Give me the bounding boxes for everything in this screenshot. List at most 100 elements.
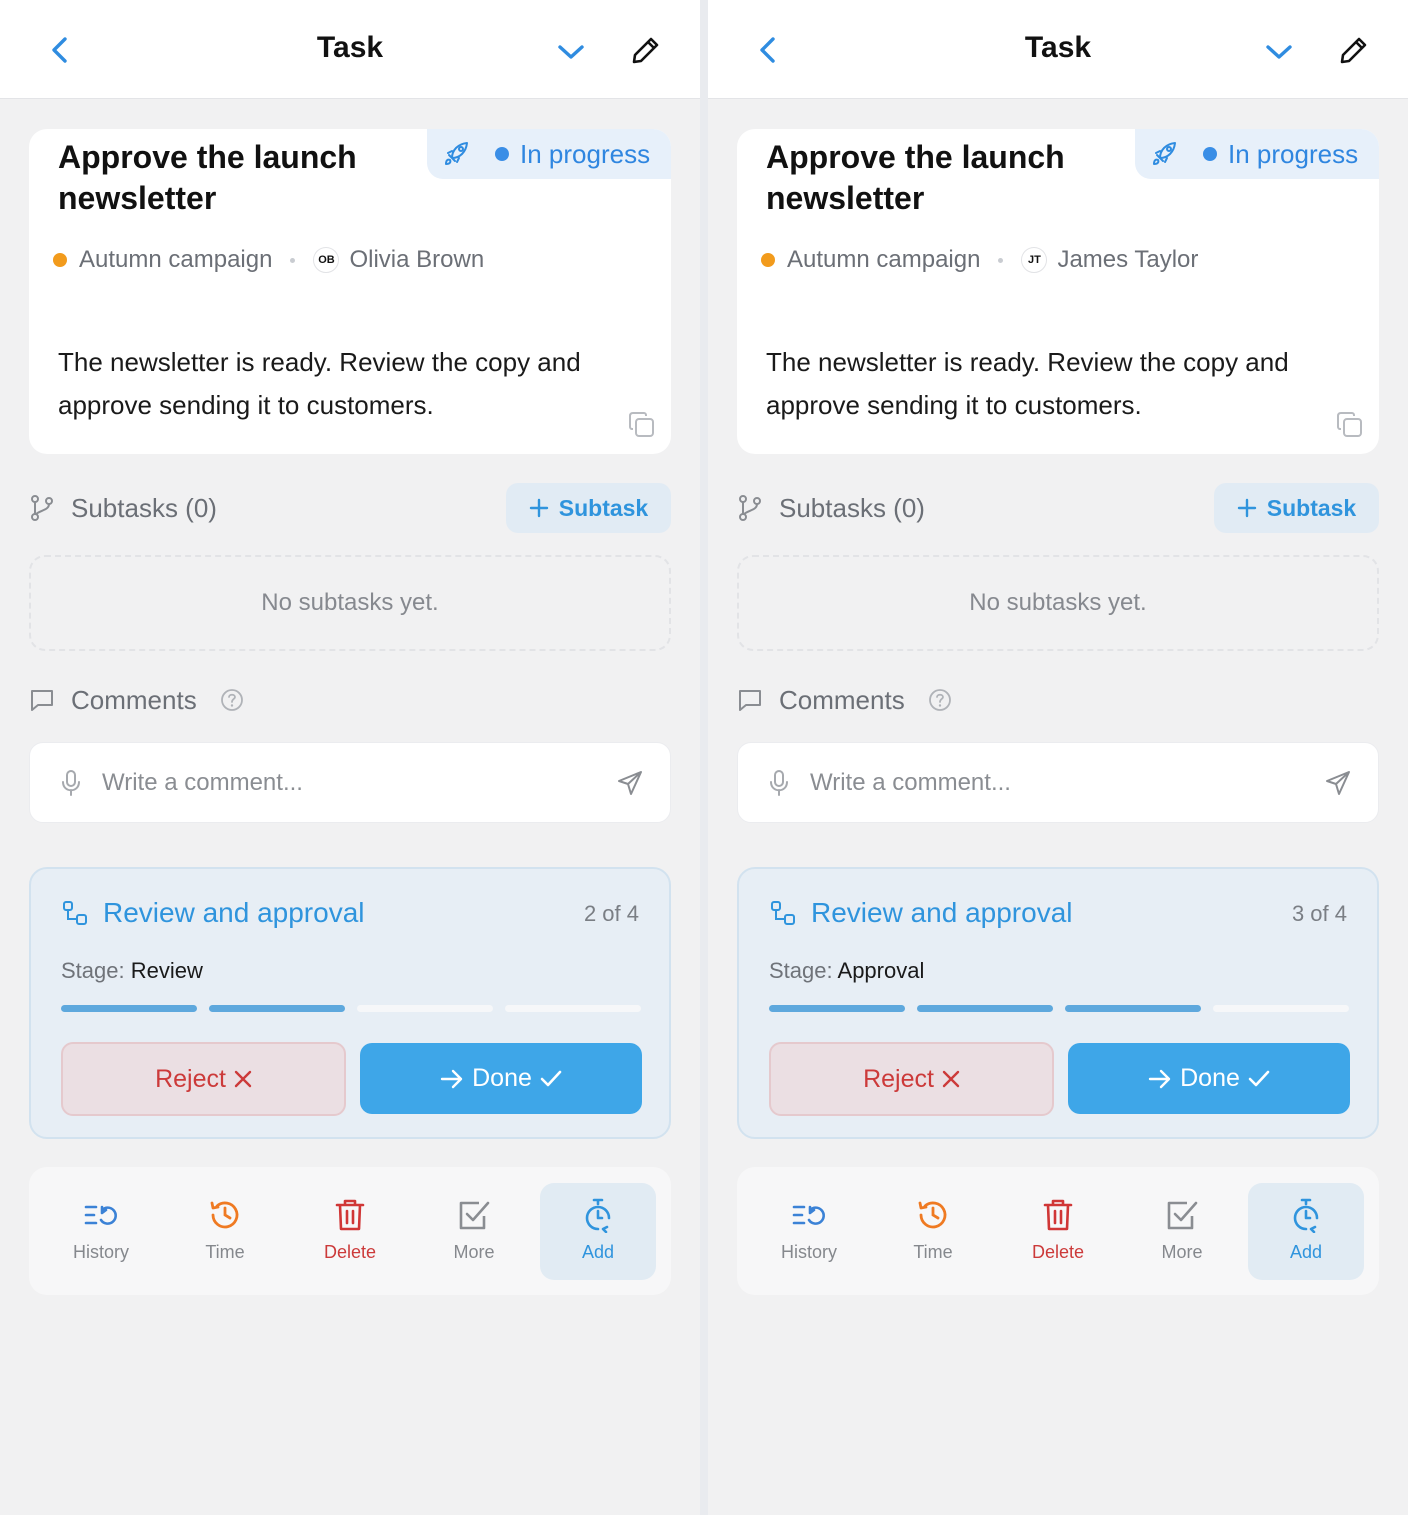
status-badge[interactable]: In progress (1135, 129, 1379, 179)
add-subtask-label: Subtask (558, 494, 649, 521)
progress-segment (357, 1005, 493, 1012)
stage-value: Approval (837, 958, 925, 983)
progress-segment (917, 1005, 1053, 1012)
send-button[interactable] (1320, 765, 1356, 801)
collapse-button[interactable] (551, 32, 591, 72)
workflow-icon (769, 899, 797, 927)
rocket-icon (441, 139, 471, 169)
task-panel-left: Task Approve the launch newsletter In pr… (0, 0, 700, 1515)
workflow-step-count: 3 of 4 (1291, 901, 1347, 926)
workflow-progress (769, 1005, 1349, 1012)
action-toolbar: History Time Delete More Add (29, 1167, 671, 1295)
task-title: Approve the launch newsletter (58, 139, 357, 216)
microphone-icon[interactable] (58, 768, 84, 798)
progress-segment (505, 1005, 641, 1012)
history-list-icon (791, 1197, 827, 1233)
more-label: More (1161, 1242, 1203, 1262)
assignee-name[interactable]: Olivia Brown (349, 246, 484, 274)
time-button[interactable]: Time (167, 1183, 283, 1280)
project-name[interactable]: Autumn campaign (787, 246, 980, 274)
comment-composer (29, 742, 671, 823)
copy-button[interactable] (626, 409, 658, 441)
subtasks-label: Subtasks (0) (779, 492, 925, 523)
comment-input[interactable] (810, 763, 1290, 803)
page-title: Task (316, 31, 384, 64)
copy-icon (629, 412, 654, 437)
page-title: Task (1024, 31, 1092, 64)
stage-key: Stage: (61, 958, 125, 983)
subtasks-header: Subtasks (0) (29, 488, 217, 528)
copy-button[interactable] (1334, 409, 1366, 441)
done-button[interactable]: Done (360, 1043, 642, 1114)
arrow-right-icon (440, 1069, 463, 1088)
status-badge[interactable]: In progress (427, 129, 671, 179)
delete-label: Delete (1031, 1242, 1085, 1262)
time-label: Time (205, 1242, 245, 1262)
workflow-stage: Stage: Approval (769, 958, 924, 984)
subtasks-header: Subtasks (0) (737, 488, 925, 528)
progress-segment (1065, 1005, 1201, 1012)
plus-icon (529, 498, 548, 518)
workflow-title: Review and approval (103, 897, 365, 928)
reject-button[interactable]: Reject (769, 1042, 1054, 1116)
add-subtask-button[interactable]: Subtask (506, 483, 671, 533)
speech-bubble-icon (739, 690, 761, 711)
comment-composer (737, 742, 1379, 823)
stage-key: Stage: (769, 958, 833, 983)
workflow-card: Review and approval 2 of 4 Stage: Review… (29, 867, 671, 1139)
project-name[interactable]: Autumn campaign (79, 246, 272, 274)
copy-icon (1337, 412, 1362, 437)
add-subtask-label: Subtask (1266, 494, 1357, 521)
delete-button[interactable]: Delete (292, 1183, 408, 1280)
task-card: Approve the launch newsletter In progres… (737, 129, 1379, 454)
pencil-icon (632, 37, 659, 64)
time-button[interactable]: Time (875, 1183, 991, 1280)
send-button[interactable] (612, 765, 648, 801)
comment-input[interactable] (102, 763, 582, 803)
comments-label: Comments (71, 684, 197, 715)
action-toolbar: History Time Delete More Add (737, 1167, 1379, 1295)
delete-button[interactable]: Delete (1000, 1183, 1116, 1280)
workflow-card: Review and approval 3 of 4 Stage: Approv… (737, 867, 1379, 1139)
arrow-right-icon (1148, 1069, 1171, 1088)
workflow-icon (61, 899, 89, 927)
plus-icon (1237, 498, 1256, 518)
question-circle-icon[interactable] (219, 687, 245, 713)
history-label: History (72, 1242, 129, 1262)
check-icon (540, 1070, 562, 1086)
branch-icon (31, 495, 53, 521)
workflow-step-count: 2 of 4 (583, 901, 639, 926)
add-button[interactable]: Add (1248, 1183, 1364, 1280)
comments-header: Comments (737, 680, 953, 720)
clock-history-icon (915, 1197, 951, 1233)
send-icon (618, 771, 642, 795)
comments-header: Comments (29, 680, 245, 720)
question-circle-icon[interactable] (927, 687, 953, 713)
chevron-down-icon (1266, 45, 1292, 59)
collapse-button[interactable] (1259, 32, 1299, 72)
checkbox-icon (1164, 1197, 1200, 1233)
edit-button[interactable] (626, 30, 666, 70)
send-icon (1326, 771, 1350, 795)
chevron-down-icon (558, 45, 584, 59)
reject-button[interactable]: Reject (61, 1042, 346, 1116)
assignee-name[interactable]: James Taylor (1057, 246, 1198, 274)
add-button[interactable]: Add (540, 1183, 656, 1280)
task-card: Approve the launch newsletter In progres… (29, 129, 671, 454)
pencil-icon (1340, 37, 1367, 64)
more-button[interactable]: More (416, 1183, 532, 1280)
add-subtask-button[interactable]: Subtask (1214, 483, 1379, 533)
delete-label: Delete (323, 1242, 377, 1262)
done-button[interactable]: Done (1068, 1043, 1350, 1114)
microphone-icon[interactable] (766, 768, 792, 798)
close-icon (234, 1070, 252, 1088)
edit-button[interactable] (1334, 30, 1374, 70)
time-label: Time (913, 1242, 953, 1262)
task-description: The newsletter is ready. Review the copy… (766, 347, 1289, 420)
history-button[interactable]: History (751, 1183, 867, 1280)
reject-label: Reject (155, 1064, 226, 1093)
history-button[interactable]: History (43, 1183, 159, 1280)
done-label: Done (472, 1064, 532, 1092)
more-button[interactable]: More (1124, 1183, 1240, 1280)
status-text: In progress (520, 138, 651, 169)
